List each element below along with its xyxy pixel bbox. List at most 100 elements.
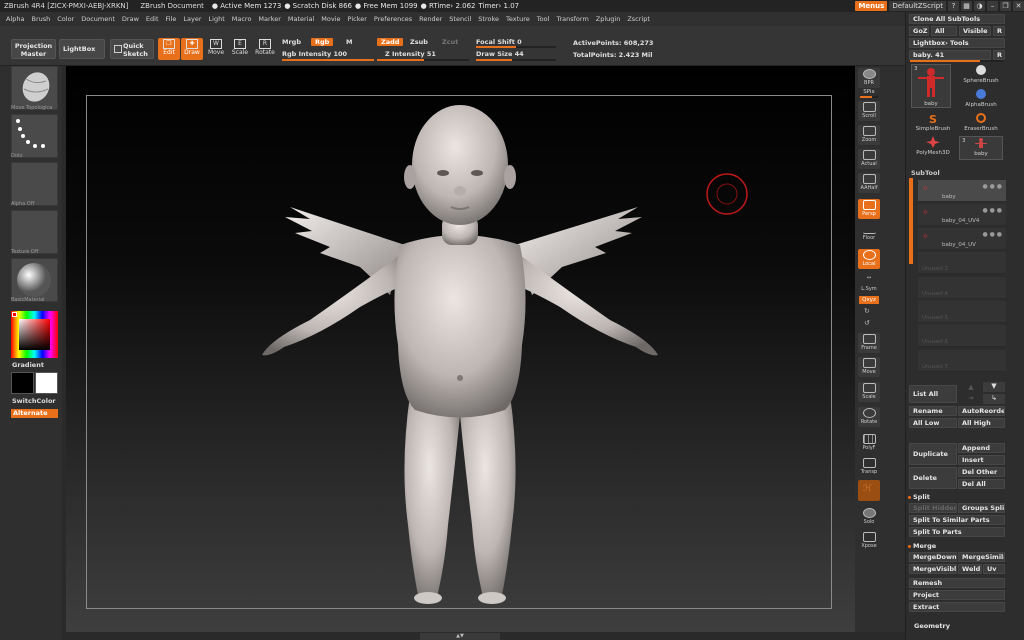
subtool-row[interactable]: Unused 6 <box>918 325 1006 347</box>
project-button[interactable]: Project <box>909 590 1005 600</box>
move-down-arrow-icon[interactable]: ▼ <box>983 382 1005 392</box>
subtool-row[interactable]: Unused 7 <box>918 350 1006 372</box>
goz-visible-button[interactable]: Visible <box>959 26 991 36</box>
move-view-button[interactable]: Move <box>858 357 880 377</box>
scroll-button[interactable]: Scroll <box>858 101 880 121</box>
color-picker[interactable] <box>11 311 58 358</box>
menu-zscript[interactable]: Zscript <box>627 15 650 23</box>
duplicate-button[interactable]: Duplicate <box>909 443 957 465</box>
tool-thumb-alphabrush[interactable]: AlphaBrush <box>957 88 1005 110</box>
delete-button[interactable]: Delete <box>909 467 957 489</box>
restore-icon[interactable]: ❐ <box>1000 1 1011 11</box>
menu-stroke[interactable]: Stroke <box>478 15 499 23</box>
tool-thumb-baby-active[interactable]: 3 baby <box>911 64 951 108</box>
subtool-row[interactable]: Unused 4 <box>918 277 1006 299</box>
lightbox-button[interactable]: LightBox <box>59 39 105 59</box>
frame-button[interactable]: Frame <box>858 333 880 353</box>
rotate-view-button[interactable]: Rotate <box>858 407 880 427</box>
menu-brush[interactable]: Brush <box>31 15 50 23</box>
z-intensity-slider[interactable] <box>377 59 469 61</box>
z-intensity-label[interactable]: Z Intensity 51 <box>385 50 436 58</box>
texture-picker[interactable] <box>11 210 58 254</box>
tool-thumb-eraserbrush[interactable]: EraserBrush <box>957 112 1005 134</box>
aahalf-button[interactable]: AAHalf <box>858 173 880 193</box>
tool-thumb-spherebrush[interactable]: SphereBrush <box>957 64 1005 86</box>
gradient-label[interactable]: Gradient <box>12 361 44 369</box>
quick-sketch-button[interactable]: Quick Sketch <box>110 39 154 59</box>
focal-shift-label[interactable]: Focal Shift 0 <box>476 38 522 46</box>
scale-mode-button[interactable]: E Scale <box>229 38 251 60</box>
subtool-row[interactable]: Unused 5 <box>918 301 1006 323</box>
minimize-icon[interactable]: – <box>987 1 998 11</box>
menu-zplugin[interactable]: Zplugin <box>596 15 621 23</box>
subtool-row[interactable]: ✧ ● ● ● baby_04_UV4 <box>918 204 1006 226</box>
move-right-arrow-icon[interactable]: ➜ <box>963 394 979 403</box>
all-high-button[interactable]: All High <box>958 418 1005 428</box>
draw-mode-button[interactable]: ✚ Draw <box>181 38 203 60</box>
xyz-button[interactable]: Qxyz <box>859 296 879 304</box>
alternate-button[interactable]: Alternate <box>11 409 58 418</box>
rotate-z-icon[interactable]: ↺ <box>864 319 870 327</box>
floor-button[interactable]: Floor <box>858 223 880 243</box>
material-picker[interactable] <box>11 258 58 302</box>
menu-file[interactable]: File <box>166 15 177 23</box>
persp-button[interactable]: Persp <box>858 199 880 219</box>
tool-thumb-simplebrush[interactable]: S SimpleBrush <box>911 112 955 134</box>
spix-slider[interactable] <box>860 96 878 98</box>
local-button[interactable]: Local <box>858 249 880 269</box>
brush-picker[interactable] <box>11 66 58 110</box>
color-scheme-icon[interactable]: ◑ <box>974 1 985 11</box>
menus-button[interactable]: Menus <box>855 1 888 11</box>
subtool-visibility-icon[interactable]: ● ● ● <box>982 183 1002 190</box>
tool-r-button[interactable]: R <box>993 50 1005 60</box>
groups-split-button[interactable]: Groups Split <box>958 503 1005 513</box>
baby-angel-model[interactable] <box>250 95 670 609</box>
menu-light[interactable]: Light <box>209 15 225 23</box>
transp-button[interactable]: Transp <box>858 457 880 477</box>
del-all-button[interactable]: Del All <box>958 479 1005 489</box>
split-to-parts-button[interactable]: Split To Parts <box>909 527 1005 537</box>
remesh-button[interactable]: Remesh <box>909 578 1005 588</box>
close-icon[interactable]: ✕ <box>1013 1 1024 11</box>
rename-button[interactable]: Rename <box>909 406 957 416</box>
lsym-button[interactable]: ↔ L.Sym <box>858 274 880 294</box>
mergevisible-button[interactable]: MergeVisible <box>909 564 957 574</box>
focal-shift-slider[interactable] <box>476 46 556 48</box>
menu-color[interactable]: Color <box>57 15 74 23</box>
default-zscript-button[interactable]: DefaultZScript <box>889 1 946 11</box>
mergesimilar-button[interactable]: MergeSimilar <box>958 552 1005 562</box>
actual-button[interactable]: Actual <box>858 149 880 169</box>
insert-button[interactable]: Insert <box>958 455 1005 465</box>
menu-edit[interactable]: Edit <box>146 15 159 23</box>
edit-mode-button[interactable]: ❒ Edit <box>158 38 180 60</box>
goz-all-button[interactable]: All <box>931 26 957 36</box>
main-color-swatch[interactable] <box>11 372 34 394</box>
help-icon[interactable]: ? <box>948 1 959 11</box>
split-section[interactable]: Split <box>908 493 930 501</box>
menu-draw[interactable]: Draw <box>122 15 139 23</box>
tool-thumb-baby[interactable]: 3 baby <box>959 136 1003 160</box>
alpha-picker[interactable] <box>11 162 58 206</box>
subtool-header[interactable]: SubTool <box>911 169 940 177</box>
draw-size-slider[interactable] <box>476 59 556 61</box>
menu-movie[interactable]: Movie <box>321 15 340 23</box>
projection-master-button[interactable]: Projection Master <box>11 39 56 59</box>
subtool-row[interactable]: ✧ ● ● ● baby <box>918 180 1006 202</box>
tool-thumb-polymesh3d[interactable]: PolyMesh3D <box>911 136 955 158</box>
menu-layer[interactable]: Layer <box>183 15 201 23</box>
lightbox-tools-button[interactable]: Lightbox› Tools <box>909 38 1005 48</box>
draw-size-label[interactable]: Draw Size 44 <box>476 50 524 58</box>
goz-button[interactable]: GoZ <box>909 26 929 36</box>
menu-transform[interactable]: Transform <box>556 15 588 23</box>
menu-render[interactable]: Render <box>419 15 442 23</box>
geometry-section[interactable]: Geometry <box>914 622 950 630</box>
rotate-y-icon[interactable]: ↻ <box>864 307 870 315</box>
rgb-button[interactable]: Rgb <box>311 38 334 46</box>
rotate-mode-button[interactable]: R Rotate <box>254 38 276 60</box>
menu-stencil[interactable]: Stencil <box>449 15 471 23</box>
move-up-arrow-icon[interactable]: ▲ <box>963 383 979 392</box>
color-sv-square[interactable] <box>19 319 50 350</box>
menu-document[interactable]: Document <box>81 15 115 23</box>
bottom-shelf-handle[interactable]: ▲▼ <box>420 633 500 640</box>
stroke-picker[interactable] <box>11 114 58 158</box>
